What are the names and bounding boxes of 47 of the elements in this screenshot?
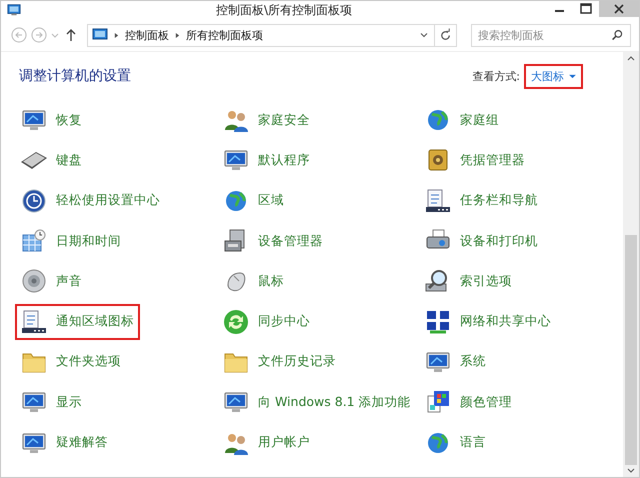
control-panel-item[interactable]: 默认程序 — [217, 142, 316, 178]
control-panel-item[interactable]: 恢复 — [15, 102, 88, 138]
control-panel-item[interactable]: 家庭安全 — [217, 102, 316, 138]
clock-icon — [20, 186, 48, 215]
sync-icon — [222, 308, 250, 336]
control-panel-item[interactable]: 鼠标 — [217, 263, 290, 300]
taskbar-icon — [20, 308, 48, 336]
control-panel-item[interactable]: 设备管理器 — [217, 223, 329, 260]
control-panel-item[interactable]: 键盘 — [15, 142, 88, 178]
control-panel-item[interactable]: 语言 — [419, 424, 492, 461]
control-panel-item[interactable]: 家庭组 — [419, 102, 505, 138]
control-panel-icon — [7, 3, 21, 17]
search-icon — [611, 28, 624, 42]
view-by-label: 查看方式: — [472, 68, 520, 84]
control-panel-item[interactable]: 轻松使用设置中心 — [15, 182, 166, 219]
control-panel-item[interactable]: 文件夹选项 — [15, 344, 127, 380]
vertical-scrollbar[interactable] — [623, 52, 639, 477]
search-box[interactable]: 搜索控制面板 — [471, 24, 631, 46]
control-panel-item[interactable]: 索引选项 — [419, 263, 518, 300]
control-panel-item[interactable]: 区域 — [217, 182, 290, 219]
page-heading: 调整计算机的设置 — [18, 67, 132, 85]
control-panel-item[interactable]: 凭据管理器 — [419, 142, 531, 178]
control-panel-item[interactable]: 网络和共享中心 — [419, 304, 557, 340]
control-panel-item[interactable]: 日期和时间 — [15, 223, 127, 260]
control-panel-item[interactable]: 通知区域图标 — [15, 304, 140, 340]
chevron-icon — [175, 32, 180, 38]
breadcrumb[interactable]: 所有控制面板项 — [186, 28, 263, 42]
control-panel-item[interactable]: 用户帐户 — [217, 424, 316, 461]
control-panel-item[interactable]: 颜色管理 — [419, 384, 518, 420]
address-bar[interactable]: 控制面板 所有控制面板项 — [87, 24, 457, 46]
speaker-icon — [20, 267, 48, 296]
control-panel-item[interactable]: 设备和打印机 — [419, 223, 544, 260]
view-by-dropdown[interactable]: 大图标 — [524, 64, 583, 88]
control-panel-item[interactable]: 疑难解答 — [15, 424, 114, 461]
control-panel-item[interactable]: 文件历史记录 — [217, 344, 342, 380]
control-panel-item[interactable]: 显示 — [15, 384, 88, 420]
control-panel-item[interactable]: 声音 — [15, 263, 88, 300]
control-panel-item[interactable]: 系统 — [419, 344, 492, 380]
control-panel-item[interactable]: 任务栏和导航 — [419, 182, 544, 219]
window-title: 控制面板\所有控制面板项 — [214, 2, 354, 18]
control-panel-item[interactable]: 同步中心 — [217, 304, 316, 340]
chevron-icon — [114, 32, 119, 38]
taskbar-icon — [424, 186, 452, 215]
dropdown-icon[interactable] — [420, 31, 428, 39]
breadcrumb[interactable]: 控制面板 — [125, 28, 169, 42]
caret-icon — [569, 74, 576, 78]
control-panel-item[interactable]: 向 Windows 8.1 添加功能 — [217, 384, 417, 420]
